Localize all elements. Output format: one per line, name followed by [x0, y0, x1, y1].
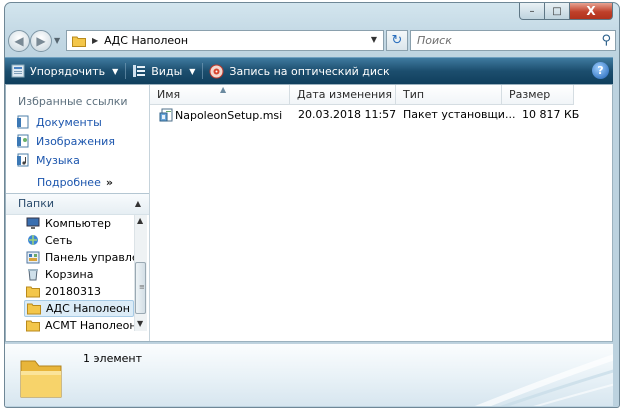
- tree-label: АСМТ Наполеон: [45, 319, 134, 332]
- favorite-label: Документы: [36, 115, 102, 129]
- decorative-swoosh: [474, 354, 613, 406]
- details-pane: 1 элемент: [5, 343, 613, 406]
- item-count: 1 элемент: [83, 352, 142, 365]
- file-list: Имя ▲ Дата изменения Тип Размер Napoleon…: [150, 85, 612, 341]
- chevron-up-icon[interactable]: ▲: [135, 199, 141, 208]
- tree-label: 20180313: [45, 285, 101, 298]
- scroll-up-icon[interactable]: ▲: [137, 216, 143, 225]
- views-label: Виды: [151, 64, 183, 78]
- double-chevron-icon: »: [105, 176, 113, 189]
- tree-item-folder-selected[interactable]: АДС Наполеон: [24, 300, 134, 317]
- address-bar[interactable]: ▶ АДС Наполеон ▼: [66, 30, 384, 51]
- folder-icon: [27, 303, 41, 315]
- favorite-link-documents[interactable]: Документы: [16, 115, 102, 129]
- tree-item-computer[interactable]: Компьютер: [26, 215, 134, 232]
- column-label: Тип: [403, 88, 425, 101]
- folder-icon: [72, 36, 86, 47]
- toolbar-divider: [125, 63, 127, 79]
- folders-title: Папки: [18, 197, 54, 210]
- back-button[interactable]: ◀: [8, 30, 30, 52]
- tree-item-control-panel[interactable]: Панель управления: [26, 249, 134, 266]
- favorite-link-pictures[interactable]: Изображения: [16, 134, 115, 148]
- column-header-date[interactable]: Дата изменения: [290, 85, 396, 105]
- organize-icon: [11, 64, 25, 78]
- column-label: Имя: [157, 88, 181, 101]
- views-icon: [133, 65, 146, 77]
- help-button[interactable]: ?: [592, 62, 609, 79]
- burn-disc-label: Запись на оптический диск: [229, 64, 390, 78]
- tree-label: Корзина: [45, 268, 94, 281]
- tree-scrollbar[interactable]: ▲ ≡ ▼: [134, 215, 147, 331]
- chevron-down-icon: ▼: [112, 66, 119, 76]
- music-icon: [17, 153, 29, 167]
- column-header-type[interactable]: Тип: [396, 85, 502, 105]
- file-type: Пакет установщи...: [403, 108, 516, 121]
- burn-disc-icon: [209, 64, 224, 78]
- tree-label: Панель управления: [45, 251, 134, 264]
- navigation-bar: ◀ ▶ ▼ ▶ АДС Наполеон ▼ ↻ Поиск ⚲: [6, 28, 616, 52]
- folders-header[interactable]: Папки ▲: [6, 193, 149, 215]
- search-placeholder: Поиск: [417, 34, 452, 47]
- column-label: Размер: [509, 88, 551, 101]
- burn-disc-button[interactable]: Запись на оптический диск: [203, 58, 396, 84]
- file-name-cell: NapoleonSetup.msi: [159, 108, 282, 122]
- file-date: 20.03.2018 11:57: [298, 108, 397, 121]
- favorite-label: Изображения: [36, 134, 115, 148]
- views-button[interactable]: Виды ▼: [126, 58, 202, 84]
- close-button[interactable]: X: [570, 3, 613, 20]
- explorer-content: Избранные ссылки Документы Изображения М…: [5, 84, 613, 342]
- title-buttons: – □ X: [519, 3, 613, 20]
- pictures-icon: [17, 134, 29, 148]
- scroll-down-icon[interactable]: ▼: [137, 319, 143, 328]
- refresh-button[interactable]: ↻: [386, 30, 408, 51]
- column-header-name[interactable]: Имя ▲: [150, 85, 290, 105]
- control-panel-icon: [26, 251, 40, 264]
- search-input[interactable]: Поиск ⚲: [410, 30, 616, 51]
- maximize-button[interactable]: □: [545, 3, 570, 20]
- network-icon: [28, 235, 38, 245]
- toolbar-divider: [202, 63, 204, 79]
- recent-pages-dropdown-icon[interactable]: ▼: [54, 36, 60, 45]
- command-toolbar: Упорядочить ▼ Виды ▼ Запись на оптически…: [5, 57, 613, 84]
- msi-package-icon: [159, 108, 173, 122]
- more-links[interactable]: Подробнее »: [37, 176, 113, 189]
- tree-item-folder[interactable]: 20180313: [26, 283, 134, 300]
- documents-icon: [17, 115, 29, 129]
- favorite-label: Музыка: [36, 153, 80, 167]
- sort-ascending-icon: ▲: [220, 85, 227, 94]
- favorite-link-music[interactable]: Музыка: [16, 153, 80, 167]
- tree-label: Компьютер: [45, 217, 111, 230]
- grip-icon: ≡: [139, 283, 145, 291]
- computer-icon: [26, 217, 40, 229]
- navigation-pane: Избранные ссылки Документы Изображения М…: [6, 85, 150, 341]
- search-icon[interactable]: ⚲: [601, 33, 611, 48]
- tree-label: Сеть: [45, 234, 73, 247]
- minimize-button[interactable]: –: [519, 3, 545, 20]
- breadcrumb-separator-icon[interactable]: ▶: [92, 36, 98, 45]
- chevron-down-icon: ▼: [189, 66, 196, 76]
- recycle-bin-icon: [28, 269, 38, 281]
- tree-item-network[interactable]: Сеть: [26, 232, 134, 249]
- organize-button[interactable]: Упорядочить ▼: [5, 58, 125, 84]
- file-size: 10 817 КБ: [522, 108, 580, 121]
- file-name: NapoleonSetup.msi: [175, 108, 283, 122]
- more-label: Подробнее: [37, 176, 101, 189]
- folder-icon: [20, 360, 62, 398]
- file-row[interactable]: NapoleonSetup.msi 20.03.2018 11:57 Пакет…: [150, 106, 610, 124]
- organize-label: Упорядочить: [30, 64, 106, 78]
- tree-label: АДС Наполеон: [46, 302, 130, 315]
- column-header-size[interactable]: Размер: [502, 85, 574, 105]
- tree-item-folder[interactable]: АСМТ Наполеон: [26, 317, 134, 334]
- tree-item-recycle-bin[interactable]: Корзина: [26, 266, 134, 283]
- breadcrumb-current[interactable]: АДС Наполеон: [104, 34, 188, 47]
- column-label: Дата изменения: [297, 88, 392, 101]
- forward-button[interactable]: ▶: [30, 30, 52, 52]
- folder-icon: [26, 286, 40, 298]
- address-dropdown-icon[interactable]: ▼: [371, 35, 377, 44]
- scrollbar-thumb[interactable]: ≡: [135, 262, 146, 314]
- favorites-title: Избранные ссылки: [18, 95, 128, 108]
- folder-icon: [26, 320, 40, 332]
